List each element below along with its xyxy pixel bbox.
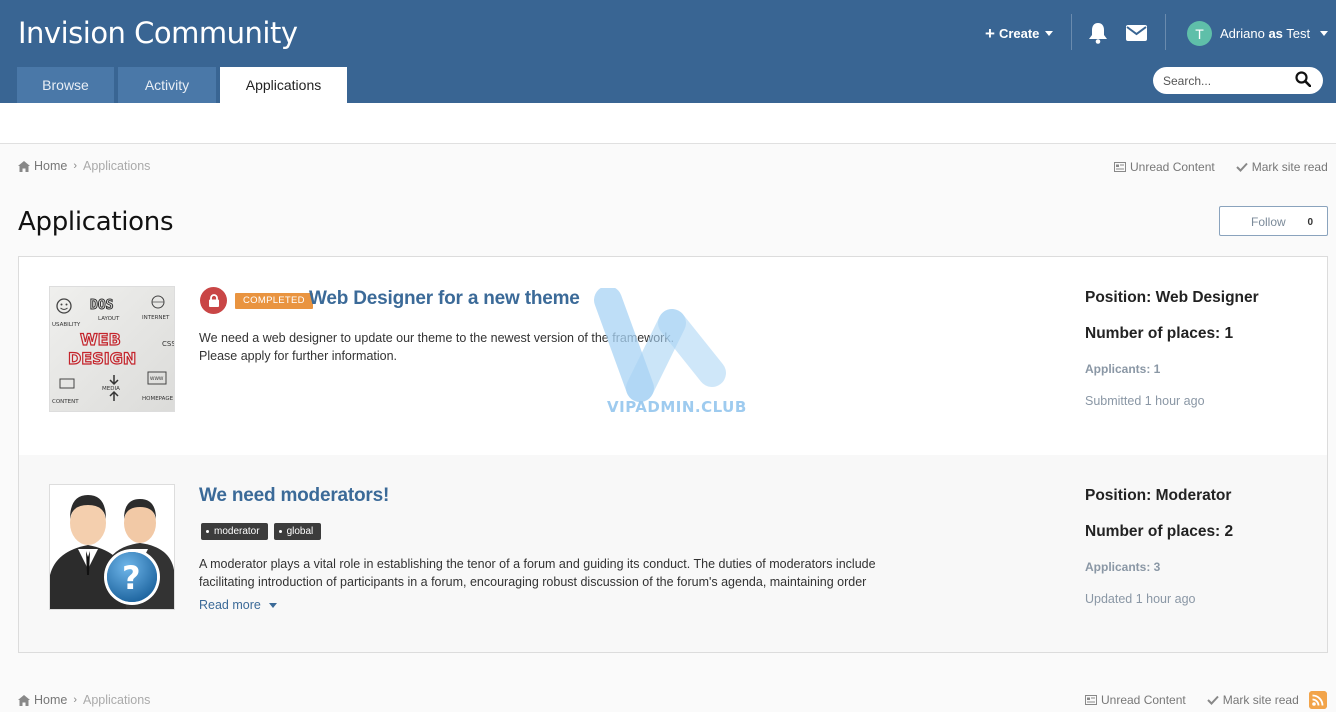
home-icon	[18, 160, 30, 172]
envelope-icon[interactable]	[1126, 25, 1147, 41]
follow-label: Follow	[1251, 215, 1286, 229]
create-label: Create	[998, 26, 1040, 41]
caret-down-icon	[268, 602, 277, 608]
plus-icon: +	[985, 24, 995, 43]
breadcrumb-current: Applications	[83, 693, 151, 707]
item-thumbnail[interactable]: DOS LAYOUT INTERNET USABILITY WEB DESIGN…	[49, 286, 175, 412]
caret-down-icon	[1045, 31, 1054, 36]
chevron-right-icon: ›	[73, 160, 78, 172]
tab-applications[interactable]: Applications	[220, 67, 347, 103]
position-label: Position: Moderator	[1085, 487, 1232, 504]
applicants-count: Applicants: 1	[1085, 362, 1161, 376]
item-description: A moderator plays a vital role in establ…	[199, 557, 876, 589]
svg-text:DOS: DOS	[90, 298, 114, 313]
breadcrumb-current: Applications	[83, 159, 151, 173]
item-description: We need a web designer to update our the…	[199, 331, 675, 363]
user-menu[interactable]: T Adriano as Test	[1187, 21, 1329, 46]
avatar: T	[1187, 21, 1212, 46]
submitted-time: Submitted 1 hour ago	[1085, 394, 1205, 408]
svg-text:LAYOUT: LAYOUT	[98, 316, 120, 322]
item-tags: moderator global	[201, 523, 322, 540]
position-label: Position: Web Designer	[1085, 289, 1259, 306]
rss-icon[interactable]	[1309, 691, 1327, 709]
search-icon[interactable]	[1295, 71, 1311, 87]
tag-global[interactable]: global	[273, 523, 322, 540]
home-icon	[18, 694, 30, 706]
svg-text:WWW: WWW	[150, 376, 164, 382]
breadcrumb: Home › Applications	[18, 159, 150, 173]
tab-activity[interactable]: Activity	[118, 67, 216, 103]
places-label: Number of places: 2	[1085, 523, 1234, 540]
tab-browse[interactable]: Browse	[17, 67, 114, 103]
item-thumbnail[interactable]: ?	[49, 484, 175, 610]
check-icon	[1207, 695, 1219, 705]
check-icon	[1236, 162, 1248, 172]
tag-moderator[interactable]: moderator	[201, 523, 268, 540]
svg-text:CSS: CSS	[162, 340, 175, 348]
newspaper-icon	[1114, 162, 1126, 172]
caret-down-icon	[1320, 31, 1329, 36]
status-badge: COMPLETED	[235, 293, 313, 309]
read-more-link[interactable]: Read more	[199, 598, 277, 612]
watermark-text: VIPADMIN.CLUB	[607, 398, 747, 416]
web-design-image: DOS LAYOUT INTERNET USABILITY WEB DESIGN…	[50, 287, 175, 411]
follow-button[interactable]: Follow 0	[1219, 206, 1328, 236]
lock-icon	[200, 287, 227, 314]
item-title[interactable]: Web Designer for a new theme	[309, 288, 580, 310]
breadcrumb-home[interactable]: Home	[18, 159, 67, 173]
newspaper-icon	[1085, 695, 1097, 705]
applicants-count: Applicants: 3	[1085, 560, 1161, 574]
header-divider	[1165, 14, 1166, 50]
svg-text:WEB: WEB	[80, 330, 121, 349]
moderators-image: ?	[50, 485, 174, 609]
svg-text:MEDIA: MEDIA	[102, 386, 120, 392]
header-divider	[1071, 14, 1072, 50]
svg-text:DESIGN: DESIGN	[68, 349, 136, 368]
user-name: Adriano as Test	[1220, 26, 1311, 41]
svg-text:CONTENT: CONTENT	[52, 399, 79, 405]
applications-list: DOS LAYOUT INTERNET USABILITY WEB DESIGN…	[18, 256, 1328, 653]
bell-icon[interactable]	[1088, 22, 1108, 44]
site-title[interactable]: Invision Community	[18, 16, 298, 50]
follow-count: 0	[1307, 217, 1313, 228]
chevron-right-icon: ›	[73, 694, 78, 706]
svg-text:INTERNET: INTERNET	[142, 315, 170, 321]
breadcrumb-actions-bottom: Unread Content Mark site read	[1085, 693, 1299, 707]
unread-content-link[interactable]: Unread Content	[1085, 693, 1186, 707]
breadcrumb-bottom: Home › Applications	[18, 693, 150, 707]
create-button[interactable]: + Create	[985, 24, 1054, 43]
unread-content-link[interactable]: Unread Content	[1114, 160, 1215, 174]
breadcrumb-home[interactable]: Home	[18, 693, 67, 707]
list-item: DOS LAYOUT INTERNET USABILITY WEB DESIGN…	[19, 257, 1327, 455]
mark-site-read-link[interactable]: Mark site read	[1207, 693, 1299, 707]
secondary-nav-bar	[0, 103, 1336, 144]
updated-time: Updated 1 hour ago	[1085, 592, 1196, 606]
search-input[interactable]	[1163, 72, 1293, 89]
page-title: Applications	[18, 207, 174, 237]
svg-text:USABILITY: USABILITY	[52, 322, 81, 328]
svg-text:HOMEPAGE: HOMEPAGE	[142, 396, 174, 402]
places-label: Number of places: 1	[1085, 325, 1234, 342]
breadcrumb-actions: Unread Content Mark site read	[1114, 160, 1328, 174]
svg-text:?: ?	[122, 559, 141, 597]
item-title[interactable]: We need moderators!	[199, 485, 389, 507]
list-item: ? We need moderators! moderator global A…	[19, 455, 1327, 652]
mark-site-read-link[interactable]: Mark site read	[1236, 160, 1328, 174]
